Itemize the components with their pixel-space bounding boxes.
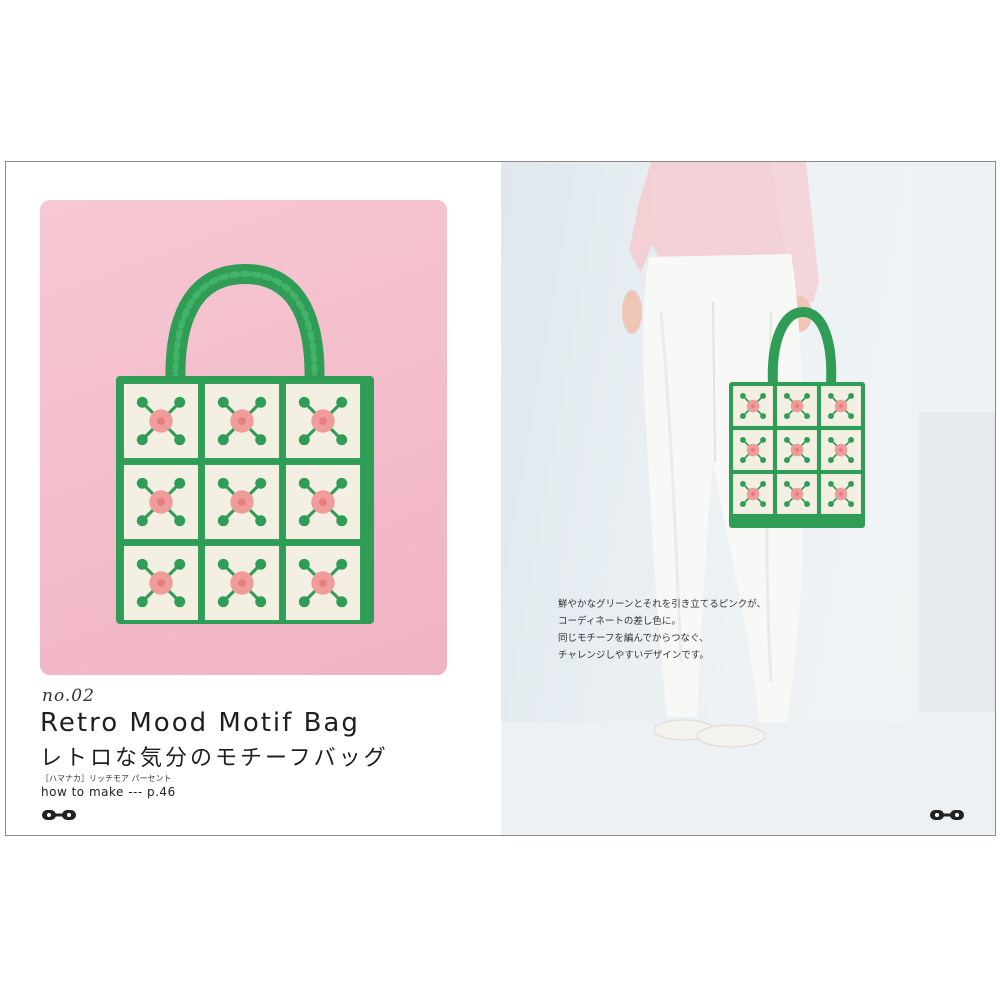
page-folio-icon [930,810,964,820]
model-wearing-bag-photo [501,162,995,835]
right-page: 鮮やかなグリーンとそれを引き立てるピンクが、 コーディネートの差し色に。 同じモ… [501,162,995,835]
left-page: no.02 Retro Mood Motif Bag レトロな気分のモチーフバッ… [6,162,501,835]
title-english: Retro Mood Motif Bag [40,708,360,738]
how-to-make-reference: how to make --- p.46 [41,785,176,799]
title-japanese: レトロな気分のモチーフバッグ [40,746,389,771]
crochet-motif-bag-image [116,264,374,624]
caption-line: チャレンジしやすいデザインです。 [558,650,709,661]
bag-product-photo [40,200,447,675]
description-caption: 鮮やかなグリーンとそれを引き立てるピンクが、 コーディネートの差し色に。 同じモ… [558,596,766,664]
caption-line: コーディネートの差し色に。 [558,616,681,627]
issue-number: no.02 [42,686,95,706]
caption-line: 同じモチーフを編んでからつなぐ、 [558,633,709,644]
caption-line: 鮮やかなグリーンとそれを引き立てるピンクが、 [558,599,767,610]
magazine-spread: no.02 Retro Mood Motif Bag レトロな気分のモチーフバッ… [5,161,996,836]
page-folio-icon [42,810,76,820]
yarn-info: ［ハマナカ］リッチモア パーセント [41,774,172,783]
